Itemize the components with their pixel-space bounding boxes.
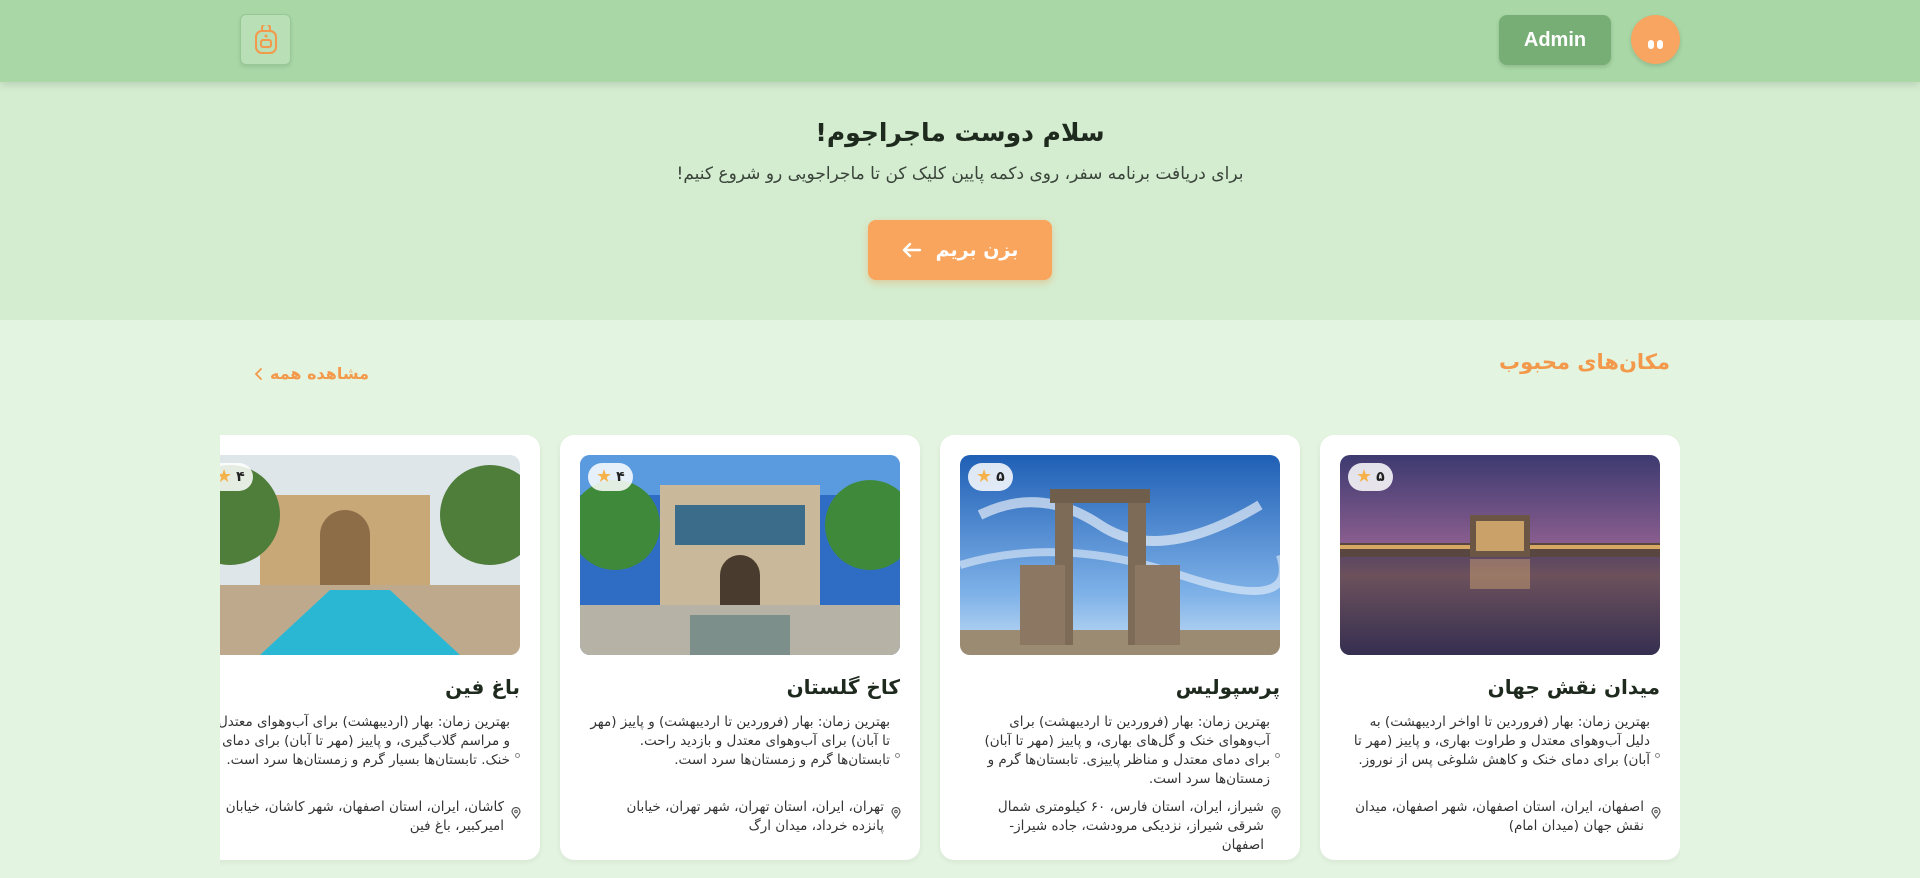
backpack-icon[interactable] <box>240 14 291 65</box>
see-all-link[interactable]: مشاهده همه <box>254 364 369 383</box>
place-name: میدان نقش جهان <box>1487 675 1660 699</box>
place-image: ★ ۴ <box>220 455 520 655</box>
avatar-eye <box>1657 40 1663 49</box>
star-icon: ★ <box>220 466 233 487</box>
place-description: بهترین زمان: بهار (فروردین تا اردیبهشت) … <box>984 714 1270 787</box>
rating-badge: ★ ۵ <box>1348 463 1393 491</box>
user-avatar[interactable] <box>1631 15 1680 64</box>
star-icon: ★ <box>976 466 993 487</box>
rating-badge: ★ ۴ <box>220 463 253 491</box>
section-title: مکان‌های محبوب <box>1498 350 1670 374</box>
popular-places-section: مکان‌های محبوب مشاهده همه <box>0 320 1920 878</box>
place-card[interactable]: ★ ۴ باغ فین بهترین زمان: بهار (اردیبهشت)… <box>220 435 540 860</box>
avatar-eye <box>1648 40 1654 49</box>
cta-label: بزن بریم <box>935 239 1019 261</box>
rating-value: ۵ <box>1376 469 1385 485</box>
chevron-left-icon <box>254 367 262 380</box>
place-card[interactable]: ★ ۵ پرسپولیس بهترین زمان: بهار (فروردین … <box>940 435 1300 860</box>
place-location: کاشان، ایران، استان اصفهان، شهر کاشان، خ… <box>225 799 504 834</box>
rating-badge: ★ ۴ <box>588 463 633 491</box>
hero-section: سلام دوست ماجراجوم! برای دریافت برنامه س… <box>0 82 1920 320</box>
place-description: بهترین زمان: بهار (فروردین تا اردیبهشت) … <box>590 714 890 768</box>
start-adventure-button[interactable]: بزن بریم <box>868 220 1052 280</box>
places-carousel[interactable]: ★ ۵ میدان نقش جهان بهترین زمان: بهار (فر… <box>220 435 1680 875</box>
place-name: باغ فین <box>445 675 520 699</box>
bullet-icon <box>1655 753 1660 758</box>
place-location: شیراز، ایران، استان فارس، ۶۰ کیلومتری شم… <box>997 799 1264 853</box>
place-description: بهترین زمان: بهار (فروردین تا اواخر اردی… <box>1353 714 1650 768</box>
place-image: ★ ۵ <box>960 455 1280 655</box>
place-image: ★ ۵ <box>1340 455 1660 655</box>
bullet-icon <box>515 753 520 758</box>
bullet-icon <box>1275 753 1280 758</box>
location-pin-icon <box>511 807 521 819</box>
place-name: کاخ گلستان <box>786 675 900 699</box>
arrow-left-icon <box>902 242 921 258</box>
location-pin-icon <box>1651 807 1661 819</box>
rating-value: ۵ <box>996 469 1005 485</box>
top-navbar: Admin <box>0 0 1920 82</box>
hero-subtitle: برای دریافت برنامه سفر، روی دکمه پایین ک… <box>676 164 1244 184</box>
place-card[interactable]: ★ ۴ کاخ گلستان بهترین زمان: بهار (فروردی… <box>560 435 920 860</box>
location-pin-icon <box>891 807 901 819</box>
star-icon: ★ <box>1356 466 1373 487</box>
place-name: پرسپولیس <box>1175 675 1280 699</box>
admin-button[interactable]: Admin <box>1499 15 1611 65</box>
rating-value: ۴ <box>616 469 625 485</box>
rating-badge: ★ ۵ <box>968 463 1013 491</box>
place-image: ★ ۴ <box>580 455 900 655</box>
fin-garden-image <box>220 455 520 655</box>
star-icon: ★ <box>596 466 613 487</box>
hero-title: سلام دوست ماجراجوم! <box>815 118 1105 147</box>
place-description: بهترین زمان: بهار (اردیبهشت) برای آب‌وهو… <box>220 714 510 768</box>
place-card[interactable]: ★ ۵ میدان نقش جهان بهترین زمان: بهار (فر… <box>1320 435 1680 860</box>
rating-value: ۴ <box>236 469 245 485</box>
bullet-icon <box>895 753 900 758</box>
location-pin-icon <box>1271 807 1281 819</box>
place-location: تهران، ایران، استان تهران، شهر تهران، خی… <box>626 799 884 834</box>
place-location: اصفهان، ایران، استان اصفهان، شهر اصفهان،… <box>1355 799 1644 834</box>
see-all-label: مشاهده همه <box>270 364 370 383</box>
backpack-icon-svg <box>254 24 277 54</box>
